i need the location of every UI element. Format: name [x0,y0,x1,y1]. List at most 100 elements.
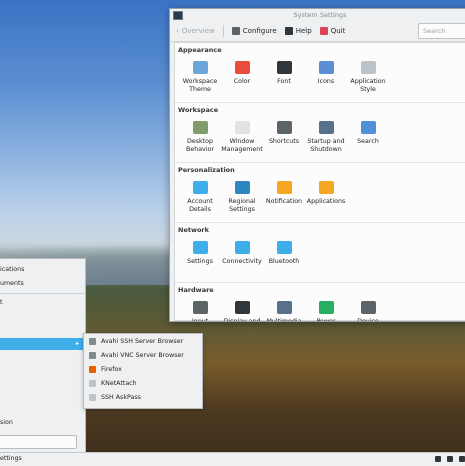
network-tray-icon[interactable] [435,456,441,462]
settings-item-label: Device [357,318,379,322]
settings-item[interactable]: Window Management [221,114,263,154]
system-tray [435,456,465,462]
section-hardware: Hardware Input Devices Display and Multime… [175,283,465,322]
color-icon [234,61,250,74]
display-icon [234,301,250,314]
menu-item-t[interactable]: t [0,296,85,310]
submenu-item[interactable]: SSH AskPass [84,390,202,404]
startup-shutdown-icon [318,121,334,134]
input-devices-icon [192,301,208,314]
submenu-arrow-icon: ▸ [75,340,79,347]
settings-item[interactable]: Bluetooth [263,234,305,266]
settings-item-label: Account Details [187,198,213,213]
settings-item[interactable]: Workspace Theme [179,54,221,94]
submenu-item[interactable]: Avahi SSH Server Browser [84,334,202,348]
settings-item[interactable]: Application Style [347,54,389,94]
toolbar-separator [222,25,224,37]
configure-label: Configure [242,27,277,35]
title-bar[interactable]: System Settings [170,9,465,21]
settings-item[interactable]: Desktop Behavior [179,114,221,154]
settings-item-label: Startup and Shutdown [307,138,345,153]
settings-item[interactable]: Shortcuts [263,114,305,154]
taskbar-panel: ettings [0,452,465,466]
settings-item[interactable]: Display and [221,294,263,322]
settings-item[interactable]: Regional Settings [221,174,263,214]
settings-item-label: Input Devices [191,318,209,322]
help-label: Help [295,27,312,35]
settings-item[interactable]: Font [263,54,305,94]
quit-button[interactable]: Quit [319,27,346,35]
settings-item-label: Icons [317,78,335,85]
help-icon [284,27,293,35]
overview-button[interactable]: ‹ Overview [176,27,215,35]
help-button[interactable]: Help [284,27,312,35]
settings-item[interactable]: Settings [179,234,221,266]
menu-item-session[interactable]: sion [0,419,13,426]
settings-item-label: Color [233,78,251,85]
menu-item-highlighted[interactable]: ▸ [0,338,85,350]
settings-item[interactable]: Color [221,54,263,94]
knetattach-icon [89,379,96,387]
bluetooth-icon [276,241,292,254]
menu-separator [0,293,85,294]
submenu-item[interactable]: KNetAttach [84,376,202,390]
configure-button[interactable]: Configure [231,27,277,35]
settings-item[interactable]: Device [347,294,389,322]
settings-item[interactable]: Connectivity [221,234,263,266]
submenu-item[interactable]: Avahi VNC Server Browser [84,348,202,362]
settings-item[interactable]: Search [347,114,389,154]
settings-item-label: Regional Settings [228,198,256,213]
settings-item[interactable]: Input Devices [179,294,221,322]
menu-item-applications[interactable]: ications [0,263,85,277]
settings-item[interactable]: Notification [263,174,305,214]
settings-grid: Appearance Workspace Theme Color Font Icons… [174,42,465,321]
section-title: Network [178,226,209,234]
settings-item[interactable]: Multimedia [263,294,305,321]
submenu-item[interactable]: Firefox [84,362,202,376]
settings-item-label: Settings [187,258,213,265]
submenu-item-label: SSH AskPass [101,393,141,401]
back-arrow-icon: ‹ [176,27,179,35]
search-settings-icon [360,121,376,134]
clipboard-tray-icon[interactable] [459,456,465,462]
settings-item-label: Connectivity [222,258,262,265]
submenu-item-label: KNetAttach [101,379,137,387]
window-management-icon [234,121,250,134]
section-network: Network Settings Connectivity Bluetooth [175,223,465,283]
submenu-item-label: Avahi VNC Server Browser [101,351,184,359]
section-title: Personalization [178,166,235,174]
settings-item-label: Application Style [350,78,386,93]
power-icon [318,301,334,314]
section-personalization: Personalization Account Details Regional … [175,163,465,223]
section-workspace: Workspace Desktop Behavior Window Managem… [175,103,465,163]
connectivity-icon [234,241,250,254]
submenu-item-label: Avahi SSH Server Browser [101,337,184,345]
workspace-theme-icon [192,61,208,74]
avahi-ssh-icon [89,337,96,345]
settings-item[interactable]: Power [305,294,347,321]
settings-item[interactable]: Account Details [179,174,221,214]
section-title: Hardware [178,286,214,294]
task-system-settings[interactable]: ettings [0,455,22,462]
quit-label: Quit [330,27,346,35]
overview-label: Overview [181,27,215,35]
settings-item[interactable]: Icons [305,54,347,94]
search-input[interactable]: Search [418,23,465,39]
settings-item-label: Window Management [221,138,263,153]
ssh-askpass-icon [89,393,96,401]
avahi-vnc-icon [89,351,96,359]
volume-tray-icon[interactable] [447,456,453,462]
submenu-item-label: Firefox [101,365,122,373]
settings-item-label: Display and [223,318,261,322]
firefox-icon [89,365,96,373]
network-settings-icon [192,241,208,254]
settings-item[interactable]: Startup and Shutdown [305,114,347,154]
configure-icon [231,27,240,35]
menu-search-input[interactable] [0,435,77,449]
launcher-menu: ications uments t ▸ sion [0,258,86,465]
regional-settings-icon [234,181,250,194]
settings-item-label: Desktop Behavior [186,138,214,153]
settings-item[interactable]: Applications [305,174,347,214]
menu-item-documents[interactable]: uments [0,277,85,291]
window-title: System Settings [293,11,347,19]
